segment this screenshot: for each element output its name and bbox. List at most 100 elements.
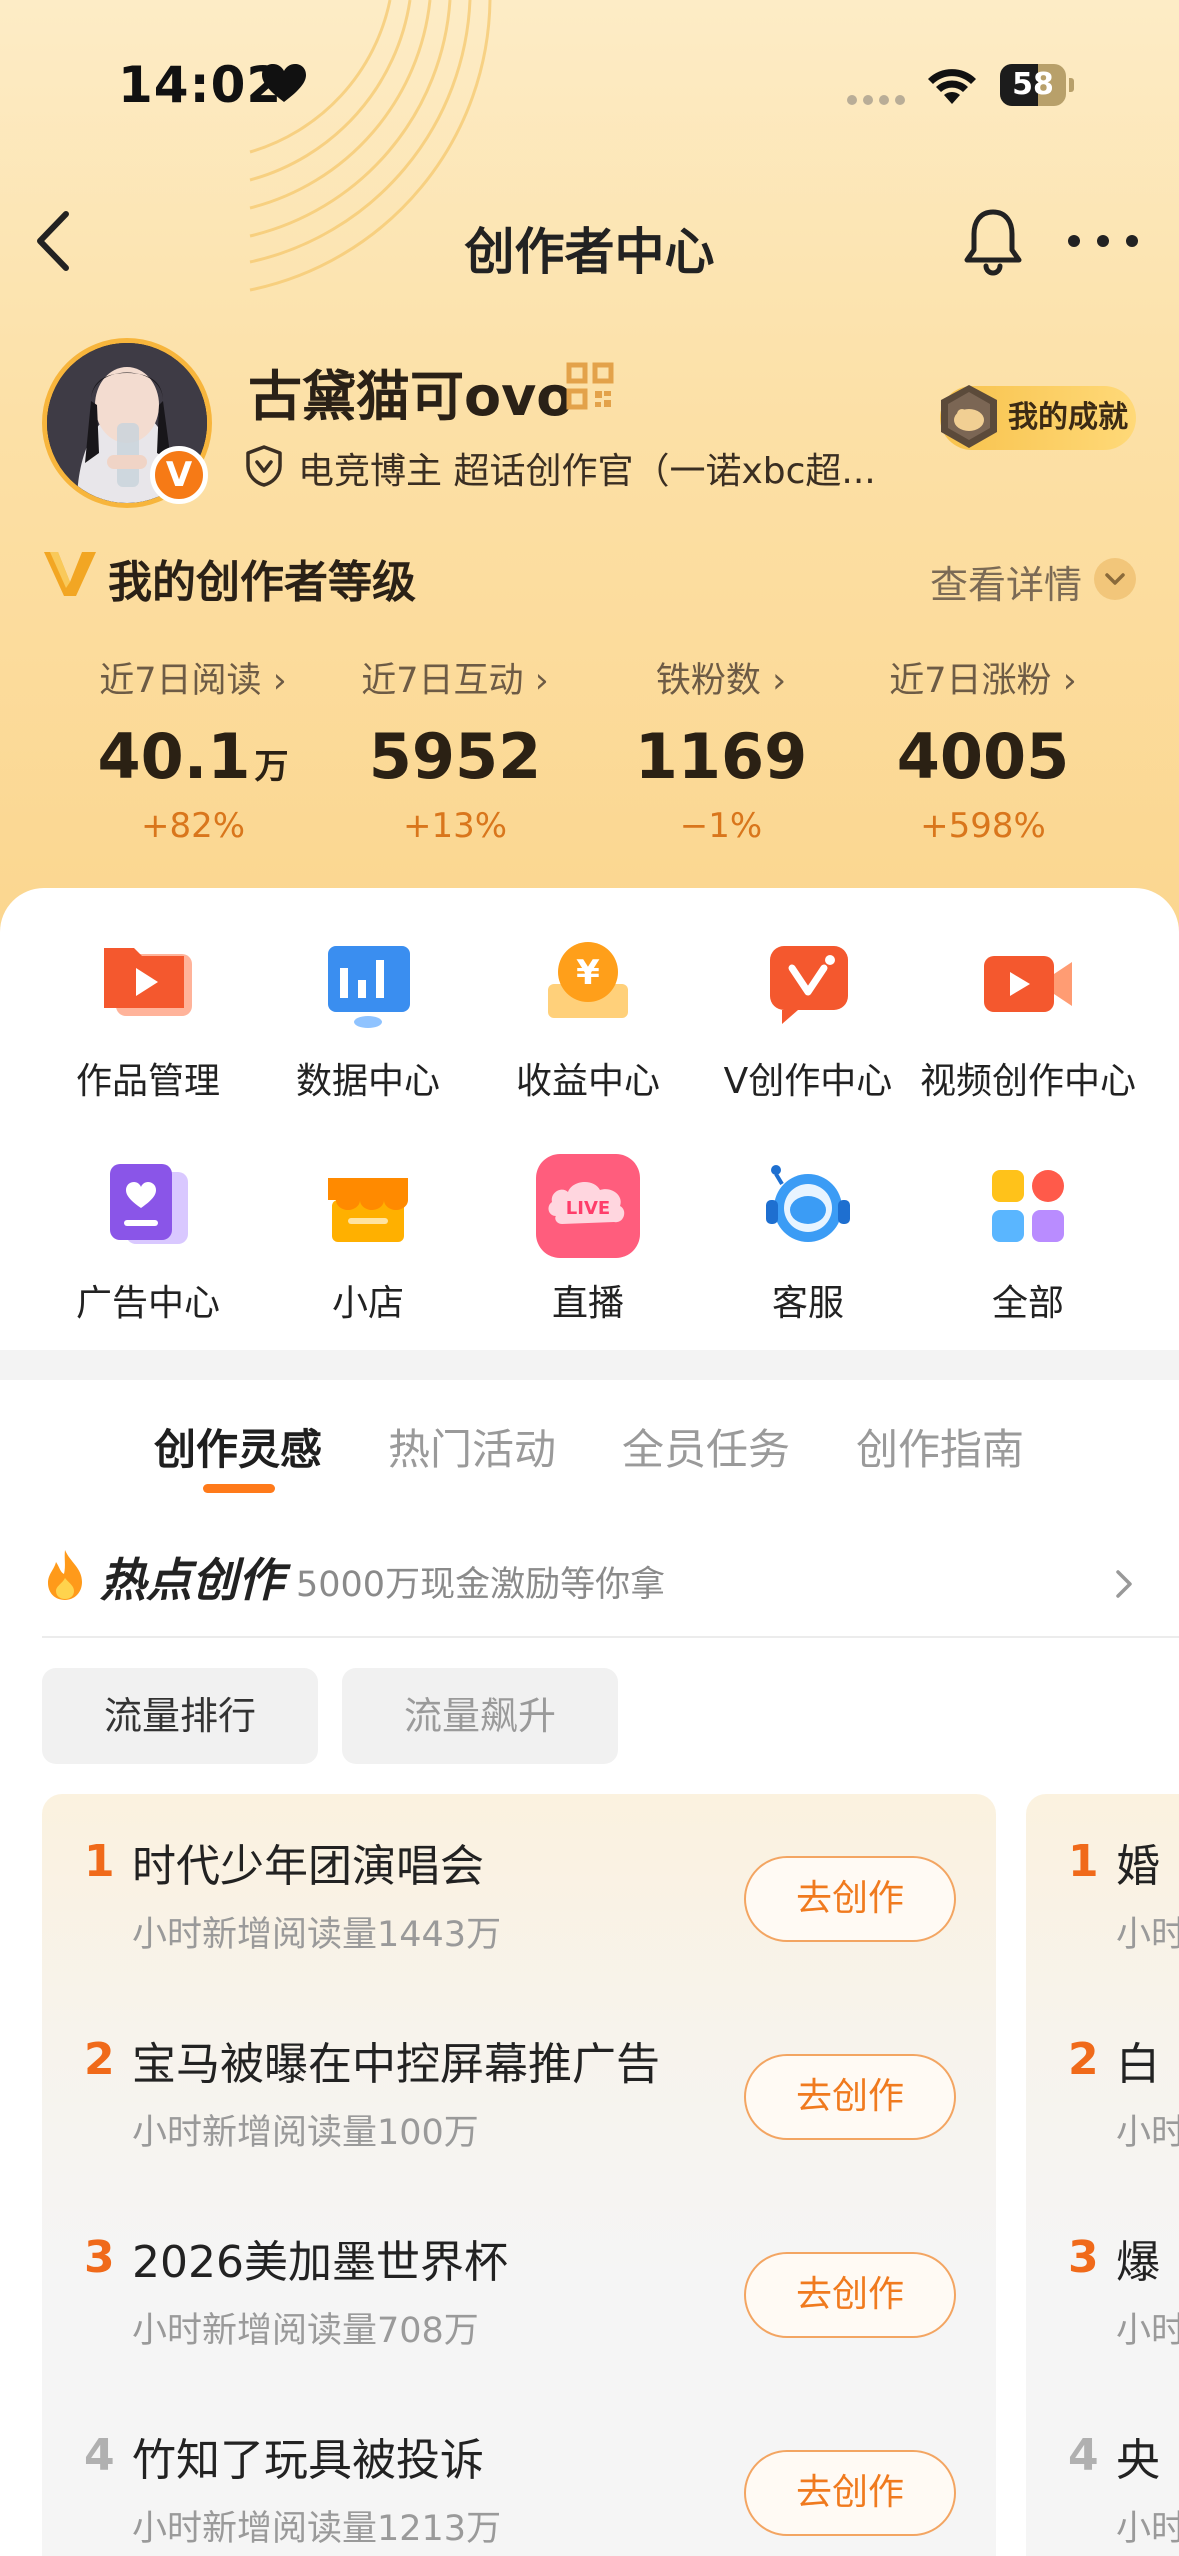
bell-icon[interactable] bbox=[962, 206, 1024, 276]
hot-creation-header[interactable]: 热点创作 5000万现金激励等你拿 bbox=[0, 1528, 1179, 1638]
rank-subtitle: 小时新增阅读量100万 bbox=[132, 2113, 479, 2153]
battery-indicator: 58 bbox=[1000, 64, 1074, 106]
list-item[interactable]: 2 白 小时 bbox=[1026, 1992, 1179, 2190]
tab-guide[interactable]: 创作指南 bbox=[856, 1416, 1024, 1477]
rank-number: 2 bbox=[1068, 2034, 1099, 2085]
live-icon: LIVE bbox=[536, 1154, 640, 1258]
qr-code-icon[interactable] bbox=[566, 362, 614, 410]
create-button[interactable]: 去创作 bbox=[744, 2252, 956, 2338]
creator-level-title: 我的创作者等级 bbox=[108, 557, 416, 608]
tool-data-center[interactable]: 数据中心 bbox=[252, 928, 484, 1104]
tools-card: 作品管理 数据中心 ¥ 收益中心 V创作中心 视频创作中心 广告中心 小店 LI… bbox=[0, 888, 1179, 1350]
tool-v-create-center[interactable]: V创作中心 bbox=[692, 928, 924, 1104]
fire-icon bbox=[48, 1550, 82, 1600]
stat-iron-fans[interactable]: 铁粉数 › 1169 −1% bbox=[590, 656, 852, 846]
hot-creation-title: 热点创作 bbox=[100, 1553, 284, 1607]
shield-icon bbox=[246, 445, 282, 487]
rank-title: 宝马被曝在中控屏幕推广告 bbox=[132, 2039, 660, 2090]
view-details-link[interactable]: 查看详情 bbox=[930, 554, 1082, 609]
tool-shop[interactable]: 小店 bbox=[252, 1150, 484, 1326]
more-icon[interactable] bbox=[1066, 226, 1140, 256]
list-item[interactable]: 2 宝马被曝在中控屏幕推广告 小时新增阅读量100万 去创作 bbox=[42, 1992, 996, 2190]
stat-label: 近7日互动 bbox=[361, 661, 524, 701]
rank-title: 竹知了玩具被投诉 bbox=[132, 2435, 484, 2486]
stat-label: 近7日阅读 bbox=[99, 661, 262, 701]
stat-reads[interactable]: 近7日阅读 › 40.1 万 +82% bbox=[62, 656, 324, 846]
tool-ad-center[interactable]: 广告中心 bbox=[32, 1150, 264, 1326]
rank-subtitle: 小时 bbox=[1116, 2113, 1179, 2153]
stat-delta: −1% bbox=[679, 806, 763, 846]
divider bbox=[42, 1636, 1179, 1638]
rank-subtitle: 小时新增阅读量708万 bbox=[132, 2311, 479, 2351]
create-button[interactable]: 去创作 bbox=[744, 2054, 956, 2140]
create-button[interactable]: 去创作 bbox=[744, 1856, 956, 1942]
bar-chart-icon bbox=[328, 946, 410, 1028]
chevron-down-icon[interactable] bbox=[1094, 558, 1136, 600]
headset-icon bbox=[766, 1165, 850, 1242]
list-item[interactable]: 1 婚 小时 bbox=[1026, 1794, 1179, 1992]
list-item[interactable]: 1 时代少年团演唱会 小时新增阅读量1443万 去创作 bbox=[42, 1794, 996, 1992]
chevron-right-icon: › bbox=[1062, 661, 1077, 701]
tool-label: 直播 bbox=[551, 1283, 624, 1324]
ranking-list-secondary: 1 婚 小时 2 白 小时 3 爆 小时 4 央 小时 bbox=[1026, 1794, 1179, 2556]
tool-label: 视频创作中心 bbox=[919, 1061, 1136, 1102]
shop-icon bbox=[328, 1178, 408, 1242]
list-item[interactable]: 4 央 小时 bbox=[1026, 2388, 1179, 2556]
tool-label: V创作中心 bbox=[723, 1061, 893, 1102]
tool-label: 广告中心 bbox=[75, 1283, 220, 1324]
achievement-button[interactable]: 我的成就 bbox=[940, 385, 1136, 450]
stat-value: 5952 bbox=[368, 720, 542, 793]
list-item[interactable]: 4 竹知了玩具被投诉 小时新增阅读量1213万 去创作 bbox=[42, 2388, 996, 2556]
tool-video-center[interactable]: 视频创作中心 bbox=[912, 928, 1144, 1104]
content-tabs: 创作灵感 热门活动 全员任务 创作指南 bbox=[0, 1380, 1179, 1520]
rank-subtitle: 小时 bbox=[1116, 2509, 1179, 2549]
tool-live[interactable]: LIVE 直播 bbox=[472, 1150, 704, 1326]
tab-active-indicator bbox=[203, 1484, 275, 1493]
heart-icon bbox=[262, 64, 306, 102]
chevron-right-icon: › bbox=[772, 661, 787, 701]
stat-delta: +598% bbox=[920, 806, 1046, 846]
tool-customer-service[interactable]: 客服 bbox=[692, 1150, 924, 1326]
profile-tags[interactable]: 电竞博主 超话创作官（一诺xbc超... bbox=[298, 442, 918, 494]
rank-subtitle: 小时新增阅读量1443万 bbox=[132, 1915, 502, 1955]
chip-traffic-rising[interactable]: 流量飙升 bbox=[342, 1668, 618, 1764]
create-button[interactable]: 去创作 bbox=[744, 2450, 956, 2536]
tool-label: 收益中心 bbox=[515, 1061, 660, 1102]
wifi-icon bbox=[928, 69, 976, 104]
rank-subtitle: 小时 bbox=[1116, 2311, 1179, 2351]
tool-label: 作品管理 bbox=[75, 1061, 220, 1102]
tool-earnings-center[interactable]: ¥ 收益中心 bbox=[472, 928, 704, 1104]
stat-new-fans[interactable]: 近7日涨粉 › 4005 +598% bbox=[852, 656, 1114, 846]
yen-coin-icon: ¥ bbox=[548, 942, 628, 1018]
stat-delta: +82% bbox=[140, 806, 246, 846]
achievement-label: 我的成就 bbox=[1008, 400, 1128, 435]
username: 古黛猫可ovo bbox=[248, 365, 574, 428]
stat-interactions[interactable]: 近7日互动 › 5952 +13% bbox=[324, 656, 586, 846]
grid-icon bbox=[992, 1170, 1064, 1242]
tool-label: 小店 bbox=[331, 1283, 404, 1324]
stat-label: 铁粉数 bbox=[655, 661, 761, 701]
tab-hot-events[interactable]: 热门活动 bbox=[388, 1416, 556, 1477]
stat-delta: +13% bbox=[402, 806, 508, 846]
folder-play-icon bbox=[104, 948, 192, 1016]
chevron-right-icon: › bbox=[272, 661, 287, 701]
rank-title: 白 bbox=[1116, 2039, 1160, 2090]
rank-title: 时代少年团演唱会 bbox=[132, 1841, 484, 1892]
tab-all-tasks[interactable]: 全员任务 bbox=[622, 1416, 790, 1477]
tool-all[interactable]: 全部 bbox=[912, 1150, 1144, 1326]
signal-icon bbox=[847, 95, 905, 105]
list-item[interactable]: 3 2026美加墨世界杯 小时新增阅读量708万 去创作 bbox=[42, 2190, 996, 2388]
verified-badge: V bbox=[150, 446, 208, 504]
chip-traffic-ranking[interactable]: 流量排行 bbox=[42, 1668, 318, 1764]
rank-title: 爆 bbox=[1116, 2237, 1160, 2288]
ranking-list: 1 时代少年团演唱会 小时新增阅读量1443万 去创作 2 宝马被曝在中控屏幕推… bbox=[42, 1794, 996, 2556]
rank-number: 3 bbox=[1068, 2232, 1099, 2283]
svg-text:¥: ¥ bbox=[576, 953, 600, 993]
v-create-icon bbox=[770, 946, 848, 1024]
list-item[interactable]: 3 爆 小时 bbox=[1026, 2190, 1179, 2388]
tool-label: 全部 bbox=[991, 1283, 1064, 1324]
tab-inspiration[interactable]: 创作灵感 bbox=[154, 1416, 322, 1477]
tool-works-management[interactable]: 作品管理 bbox=[32, 928, 264, 1104]
rank-number: 1 bbox=[84, 1836, 115, 1887]
stat-value: 1169 bbox=[634, 720, 808, 793]
